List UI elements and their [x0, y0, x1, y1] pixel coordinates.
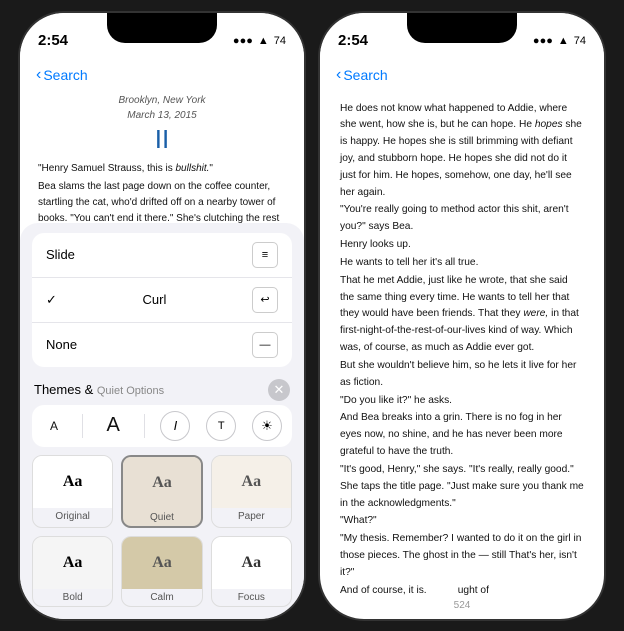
- reading-p6: But she wouldn't believe him, so he lets…: [340, 358, 584, 392]
- right-back-arrow-icon: ‹: [336, 66, 341, 84]
- curl-icon: ↩: [252, 287, 278, 313]
- back-label: Search: [43, 67, 87, 83]
- reading-p8: And Bea breaks into a grin. There is no …: [340, 410, 584, 460]
- right-status-icons: ●●● ▲ 74: [533, 35, 586, 47]
- text-line-1: "Henry Samuel Strauss, this is bullshit.…: [38, 161, 286, 177]
- left-nav-bar: ‹ Search: [20, 57, 304, 93]
- reading-p10: "What?": [340, 513, 584, 530]
- battery-icon: 74: [274, 35, 286, 47]
- right-back-button[interactable]: ‹ Search: [336, 66, 388, 84]
- divider-2: [144, 414, 145, 438]
- theme-quiet-preview: Aa: [123, 457, 200, 509]
- theme-focus[interactable]: Aa Focus: [211, 536, 292, 607]
- slide-options: Slide ≡ ✓ Curl ↩ None —: [32, 233, 292, 367]
- reading-p4: He wants to tell her it's all true.: [340, 255, 584, 272]
- book-location: Brooklyn, New York: [38, 93, 286, 109]
- brightness-button[interactable]: ☀: [252, 411, 282, 441]
- theme-focus-preview: Aa: [212, 537, 291, 589]
- right-notch: [407, 13, 517, 43]
- back-arrow-icon: ‹: [36, 66, 41, 84]
- reading-p3: Henry looks up.: [340, 237, 584, 254]
- theme-original-preview: Aa: [33, 456, 112, 508]
- right-back-label: Search: [343, 67, 387, 83]
- reading-p1: He does not know what happened to Addie,…: [340, 101, 584, 202]
- theme-bold-preview: Aa: [33, 537, 112, 589]
- none-label: None: [46, 337, 77, 352]
- right-battery-icon: 74: [574, 35, 586, 47]
- right-time: 2:54: [338, 32, 368, 49]
- theme-calm-preview: Aa: [122, 537, 201, 589]
- book-date: March 13, 2015: [38, 108, 286, 124]
- slide-option-none[interactable]: None —: [32, 323, 292, 367]
- font-serif-icon: T: [218, 420, 225, 432]
- font-style-button[interactable]: I: [160, 411, 190, 441]
- theme-original-label: Original: [55, 508, 89, 525]
- left-back-button[interactable]: ‹ Search: [36, 66, 88, 84]
- theme-calm-label: Calm: [150, 589, 173, 606]
- left-phone: 2:54 ●●● ▲ 74 ‹ Search Brooklyn, New Yor…: [18, 11, 306, 621]
- left-status-icons: ●●● ▲ 74: [233, 35, 286, 47]
- book-title-area: Brooklyn, New York March 13, 2015 II: [38, 93, 286, 155]
- divider-1: [82, 414, 83, 438]
- theme-focus-label: Focus: [238, 589, 265, 606]
- close-icon: ✕: [274, 382, 285, 398]
- reading-p5: That he met Addie, just like he wrote, t…: [340, 273, 584, 357]
- theme-paper-preview: Aa: [212, 456, 291, 508]
- theme-bold-label: Bold: [63, 589, 83, 606]
- reading-p11: "My thesis. Remember? I wanted to do it …: [340, 531, 584, 581]
- slide-icon: ≡: [252, 242, 278, 268]
- font-large-button[interactable]: A: [99, 412, 128, 439]
- page-number: 524: [320, 596, 604, 619]
- theme-paper[interactable]: Aa Paper: [211, 455, 292, 528]
- themes-grid: Aa Original Aa Quiet Aa Paper Aa Bold Aa: [20, 455, 304, 619]
- notch: [107, 13, 217, 43]
- theme-original[interactable]: Aa Original: [32, 455, 113, 528]
- overlay-panel: Slide ≡ ✓ Curl ↩ None — Themes & Quiet O…: [20, 223, 304, 619]
- signal-icon: ●●●: [233, 35, 253, 47]
- theme-paper-label: Paper: [238, 508, 265, 525]
- wifi-icon: ▲: [258, 35, 269, 47]
- right-signal-icon: ●●●: [533, 35, 553, 47]
- themes-title: Themes & Quiet Options: [34, 382, 164, 397]
- slide-label: Slide: [46, 247, 75, 262]
- reading-p2: "You're really going to method actor thi…: [340, 202, 584, 236]
- themes-header: Themes & Quiet Options ✕: [20, 375, 304, 405]
- close-button[interactable]: ✕: [268, 379, 290, 401]
- right-wifi-icon: ▲: [558, 35, 569, 47]
- theme-quiet[interactable]: Aa Quiet: [121, 455, 202, 528]
- brightness-icon: ☀: [261, 418, 273, 434]
- right-phone: 2:54 ●●● ▲ 74 ‹ Search He does not know …: [318, 11, 606, 621]
- font-controls: A A I T ☀: [32, 405, 292, 447]
- font-style-icon: I: [174, 418, 178, 433]
- right-nav-bar: ‹ Search: [320, 57, 604, 93]
- check-icon: ✓: [46, 292, 57, 308]
- font-serif-button[interactable]: T: [206, 411, 236, 441]
- none-icon: —: [252, 332, 278, 358]
- left-time: 2:54: [38, 32, 68, 49]
- reading-p7: "Do you like it?" he asks.: [340, 393, 584, 410]
- slide-option-slide[interactable]: Slide ≡: [32, 233, 292, 278]
- quiet-options-subtitle: Quiet Options: [97, 385, 164, 397]
- slide-option-curl[interactable]: ✓ Curl ↩: [32, 278, 292, 323]
- reading-p9: "It's good, Henry," she says. "It's real…: [340, 462, 584, 512]
- reading-p12: And of course, it is. ught of: [340, 583, 584, 596]
- chapter-number: II: [38, 124, 286, 155]
- font-small-button[interactable]: A: [42, 417, 66, 435]
- reading-content: He does not know what happened to Addie,…: [320, 93, 604, 596]
- theme-bold[interactable]: Aa Bold: [32, 536, 113, 607]
- theme-calm[interactable]: Aa Calm: [121, 536, 202, 607]
- curl-label: Curl: [143, 292, 167, 307]
- theme-quiet-label: Quiet: [150, 509, 174, 526]
